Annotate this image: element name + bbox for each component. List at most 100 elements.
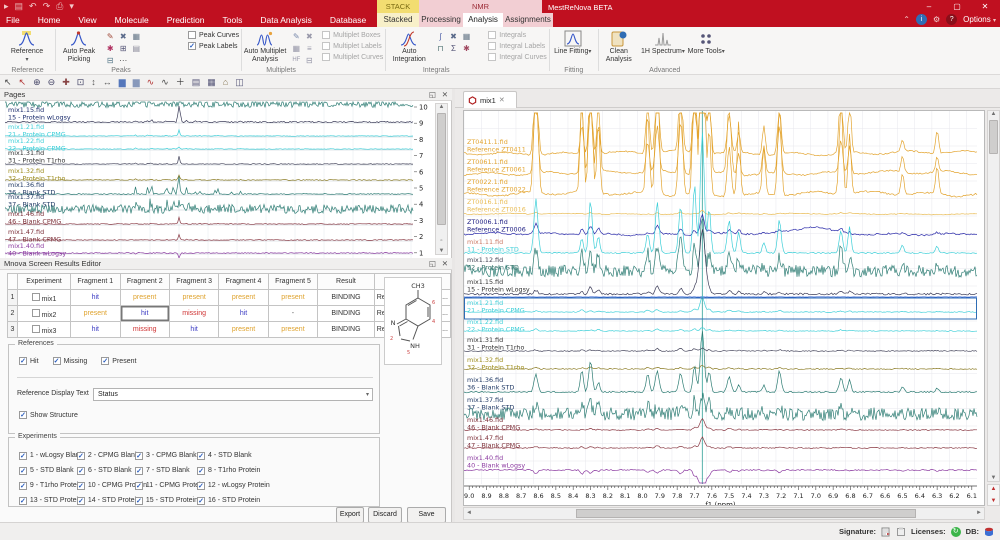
- multiplet-boxes-checkbox[interactable]: Multiplet Boxes: [322, 31, 383, 39]
- trace-label[interactable]: 15 - Protein wLogsy: [467, 286, 530, 294]
- reference-display-text-select[interactable]: Status▾: [93, 388, 373, 401]
- integral-labels-checkbox[interactable]: Integral Labels: [488, 42, 546, 50]
- fragment-status-cell[interactable]: hit: [71, 290, 120, 306]
- fragment-status-cell[interactable]: -: [268, 306, 317, 322]
- column-header[interactable]: Result: [318, 274, 375, 290]
- peak-by-region-icon[interactable]: ⊞: [117, 43, 129, 54]
- spectrum-scroll-thumb[interactable]: [989, 120, 998, 154]
- trace-label[interactable]: 47 - Blank CPMG: [467, 442, 520, 450]
- peak-curves-checkbox[interactable]: Peak Curves: [188, 31, 239, 39]
- fragment-status-cell[interactable]: present: [71, 306, 120, 322]
- trace-label[interactable]: 46 - Blank CPMG: [8, 218, 61, 226]
- line-fitting-button[interactable]: Line Fitting▾: [550, 29, 596, 56]
- menu-view[interactable]: View: [76, 15, 98, 25]
- spectrum-horizontal-scrollbar[interactable]: ◄ ►: [463, 507, 985, 520]
- integral-region-icon[interactable]: ⊓: [435, 43, 447, 54]
- fragment-status-cell[interactable]: hit: [120, 306, 169, 322]
- reference-button[interactable]: Reference▾: [4, 29, 50, 64]
- trace-label[interactable]: 37 - Blank STD: [467, 404, 514, 412]
- peaks-table-icon[interactable]: ▦: [130, 31, 142, 42]
- hit-checkbox[interactable]: ✓Hit: [19, 357, 39, 365]
- fragment-status-cell[interactable]: present: [268, 290, 317, 306]
- integrate-manually-icon[interactable]: ∫: [435, 31, 447, 42]
- fragment-status-cell[interactable]: missing: [169, 306, 218, 322]
- peak-curve-icon[interactable]: ∿: [147, 76, 155, 88]
- redo-icon[interactable]: ↷: [43, 1, 51, 12]
- delete-integrals-icon[interactable]: ✖: [448, 31, 460, 42]
- home-view-icon[interactable]: ⌂: [223, 76, 228, 88]
- experiment-checkbox[interactable]: ✓1 - wLogsy Blank: [19, 448, 77, 463]
- fragment-status-cell[interactable]: hit: [71, 322, 120, 338]
- 1h-spectrum-button[interactable]: 1H Spectrum▾: [641, 29, 685, 56]
- experiment-checkbox[interactable]: ✓16 - STD Protein: [197, 493, 269, 508]
- experiment-checkbox[interactable]: ✓14 - STD Protein: [77, 493, 135, 508]
- clean-analysis-button[interactable]: Clean Analysis: [599, 29, 639, 64]
- intensity-up-icon[interactable]: ▲: [988, 486, 999, 492]
- tab-processing[interactable]: Processing: [419, 13, 463, 27]
- horizontal-scroll-thumb[interactable]: [576, 509, 916, 518]
- pages-scroll-thumb[interactable]: [437, 113, 446, 225]
- experiment-checkbox[interactable]: ✓12 - wLogsy Protein: [197, 478, 269, 493]
- column-header[interactable]: Fragment 4: [219, 274, 268, 290]
- fragment-status-cell[interactable]: present: [219, 322, 268, 338]
- new-document-icon[interactable]: ▸: [4, 1, 9, 12]
- tab-analysis[interactable]: Analysis: [463, 13, 503, 27]
- import-peaks-icon[interactable]: ⊟: [104, 55, 116, 66]
- column-header[interactable]: Fragment 2: [120, 274, 169, 290]
- row-checkbox[interactable]: [32, 325, 40, 333]
- experiment-checkbox[interactable]: ✓5 - STD Blank: [19, 463, 77, 478]
- signature-document-icon[interactable]: [881, 527, 891, 537]
- menu-file[interactable]: File: [4, 15, 22, 25]
- result-cell[interactable]: BINDING: [318, 290, 375, 306]
- scroll-box-icon[interactable]: ▫: [436, 238, 447, 244]
- pick-peaks-manually-icon[interactable]: ✎: [104, 31, 116, 42]
- document-tab-mix1[interactable]: mix1 ✕: [463, 91, 517, 108]
- close-panel-icon[interactable]: ✕: [442, 89, 448, 101]
- trace-label[interactable]: 37 - Blank STD: [8, 201, 55, 209]
- intensity-buttons[interactable]: ▲ ▼: [987, 484, 1000, 506]
- customize-quickaccess-icon[interactable]: ▾: [69, 1, 74, 12]
- result-cell[interactable]: BINDING: [318, 322, 375, 338]
- experiment-checkbox[interactable]: ✓8 - T1rho Protein: [197, 463, 269, 478]
- trace-label[interactable]: 31 - Protein T1rho: [8, 157, 65, 165]
- trace-label[interactable]: 46 - Blank CPMG: [467, 424, 520, 432]
- options-menu[interactable]: Options ▾: [963, 15, 996, 24]
- sum-integrals-icon[interactable]: Σ: [448, 43, 460, 54]
- tab-stacked[interactable]: Stacked: [377, 13, 419, 27]
- intensity-up-icon[interactable]: ▆: [119, 76, 126, 88]
- missing-checkbox[interactable]: ✓Missing: [53, 357, 88, 365]
- scroll-down-icon[interactable]: ▼: [988, 475, 999, 481]
- integral-curves-checkbox[interactable]: Integral Curves: [488, 53, 546, 61]
- settings-gear-icon[interactable]: ⚙: [933, 15, 940, 24]
- signature-clipboard-icon[interactable]: [896, 527, 906, 537]
- secondary-pointer-icon[interactable]: ↖: [19, 76, 27, 88]
- maximize-button[interactable]: ▢: [946, 1, 968, 12]
- experiment-checkbox[interactable]: ✓11 - CPMG Protein: [135, 478, 197, 493]
- experiment-checkbox[interactable]: ✓9 - T1rho Protein: [19, 478, 77, 493]
- pointer-icon[interactable]: ↖: [4, 76, 12, 88]
- experiment-checkbox[interactable]: ✓13 - STD Protein: [19, 493, 77, 508]
- save-icon[interactable]: ▤: [15, 1, 24, 12]
- peak-labels-checkbox[interactable]: ✓Peak Labels: [188, 42, 239, 50]
- trace-label[interactable]: 40 - Blank wLogsy: [8, 250, 66, 258]
- print-icon[interactable]: ⎙: [56, 1, 63, 12]
- experiment-checkbox[interactable]: ✓3 - CPMG Blank: [135, 448, 197, 463]
- grid-view-icon[interactable]: ▦: [207, 76, 216, 88]
- close-panel-icon[interactable]: ✕: [442, 258, 448, 270]
- integrals-checkbox[interactable]: Integrals: [488, 31, 546, 39]
- experiment-checkbox[interactable]: ✓15 - STD Protein: [135, 493, 197, 508]
- experiment-checkbox[interactable]: ✓4 - STD Blank: [197, 448, 269, 463]
- row-checkbox[interactable]: [32, 309, 40, 317]
- column-header[interactable]: Fragment 1: [71, 274, 120, 290]
- spectrum-vertical-scrollbar[interactable]: ▲ ▼: [987, 110, 1000, 482]
- trace-label[interactable]: Reference ZT0022: [467, 186, 526, 194]
- menu-tools[interactable]: Tools: [221, 15, 245, 25]
- db-status-icon[interactable]: [984, 527, 994, 537]
- trace-label[interactable]: 36 - Blank STD: [467, 384, 514, 392]
- float-panel-icon[interactable]: ◱: [429, 258, 436, 270]
- fragment-status-cell[interactable]: missing: [120, 322, 169, 338]
- info-icon[interactable]: i: [916, 14, 927, 25]
- trace-label[interactable]: 40 - Blank wLogsy: [467, 462, 525, 470]
- menu-molecule[interactable]: Molecule: [113, 15, 151, 25]
- menu-home[interactable]: Home: [36, 15, 63, 25]
